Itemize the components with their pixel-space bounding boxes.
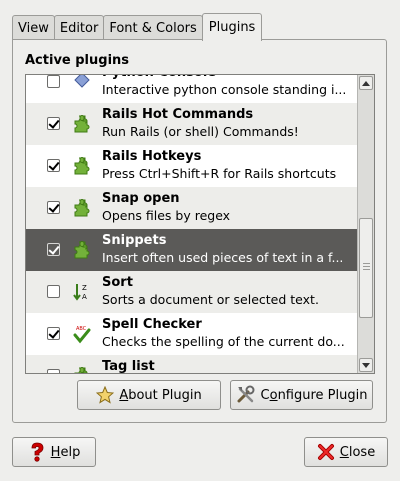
sort-icon: ZA [72,282,92,302]
plugin-enabled-checkbox[interactable] [47,285,60,298]
plugin-name: Snap open [102,191,180,206]
plugin-list[interactable]: Python Console Interactive python console… [25,74,375,374]
plugin-row[interactable]: Tag list [26,355,357,374]
plugin-enabled-checkbox[interactable] [47,327,60,340]
scroll-down-button[interactable] [359,358,373,372]
plugin-row[interactable]: Snap open Opens files by regex [26,187,357,229]
plugin-list-rows: Python Console Interactive python console… [26,75,357,374]
plugin-description: Run Rails (or shell) Commands! [102,124,299,139]
star-icon [96,386,115,404]
plugin-name: Tag list [102,359,155,374]
label-rest: bout Plugin [128,387,202,403]
help-button[interactable]: Help [12,437,96,467]
tab-label: Editor [59,20,99,36]
close-icon [317,444,334,460]
help-question-icon [31,442,44,462]
puzzle-piece-icon [72,198,92,218]
help-label: Help [51,445,81,460]
section-title: Active plugins [25,53,130,68]
puzzle-piece-icon [72,366,92,373]
puzzle-piece-icon [72,240,92,260]
tools-icon [237,385,255,403]
tab-label: Font & Colors [109,20,197,36]
plugin-row[interactable]: Python Console Interactive python console… [26,75,357,103]
grip-line [363,269,370,270]
close-label: Close [340,445,375,460]
arrow-up-icon [362,80,370,86]
svg-text:A: A [82,293,87,301]
plugin-row[interactable]: Snippets Insert often used pieces of text… [26,229,357,271]
configure-plugin-button[interactable]: Configure Plugin [230,380,373,410]
tab-editor[interactable]: Editor [53,15,105,40]
puzzle-piece-icon [72,156,92,176]
mnemonic: H [50,444,61,460]
plugin-row[interactable]: Rails Hot Commands Run Rails (or shell) C… [26,103,357,145]
plugin-description: Sorts a document or selected text. [102,292,319,307]
plugin-enabled-checkbox[interactable] [47,243,60,256]
label-rest: nfigure Plugin [277,387,368,403]
plugin-name: Spell Checker [102,317,202,332]
plugin-name: Snippets [102,233,167,248]
plugin-enabled-checkbox[interactable] [47,117,60,130]
plugin-description: Interactive python console standing i... [102,82,347,97]
arrow-down-icon [362,362,370,368]
configure-plugin-label: Configure Plugin [261,388,368,403]
scrollbar-thumb[interactable] [359,218,373,318]
spell-check-icon: ABC [72,324,92,344]
mnemonic: o [269,387,278,403]
mnemonic: A [119,387,129,403]
plugin-name: Sort [102,275,133,290]
label-rest: lose [348,444,376,460]
tab-plugins[interactable]: Plugins [201,13,263,41]
label-rest: elp [60,444,81,460]
puzzle-piece-icon [72,114,92,134]
about-plugin-button[interactable]: About Plugin [77,380,221,410]
scroll-up-button[interactable] [359,76,373,90]
plugin-name: Rails Hotkeys [102,149,202,164]
plugin-enabled-checkbox[interactable] [47,159,60,172]
label-pre: C [260,387,270,403]
plugin-row[interactable]: Rails Hotkeys Press Ctrl+Shift+R for Rail… [26,145,357,187]
plugin-row[interactable]: ABC Spell Checker Checks the spelling of t… [26,313,357,355]
plugin-enabled-checkbox[interactable] [47,201,60,214]
about-plugin-label: About Plugin [119,388,201,403]
close-button[interactable]: Close [304,437,388,467]
grip-line [363,263,370,264]
tab-strip: View Editor Font & Colors Plugins [12,12,263,41]
svg-text:Z: Z [82,284,87,292]
mnemonic: C [339,444,349,460]
tab-view[interactable]: View [12,15,55,40]
tab-font-colors[interactable]: Font & Colors [103,15,203,40]
tab-label: View [18,20,49,36]
grip-line [363,266,370,267]
tab-label: Plugins [208,20,256,35]
plugin-row[interactable]: Z A Sort Sorts a document or selected text. [26,271,357,313]
plugin-description: Opens files by regex [102,208,231,223]
plugin-enabled-checkbox[interactable] [47,75,60,88]
plugin-name: Rails Hot Commands [102,107,254,122]
plugin-description: Insert often used pieces of text in a f.… [102,250,344,265]
plugin-description: Press Ctrl+Shift+R for Rails shortcuts [102,166,337,181]
plugin-description: Checks the spelling of the current do... [102,334,345,349]
plugin-name: Python Console [102,75,216,80]
svg-text:ABC: ABC [76,326,87,332]
plugin-enabled-checkbox[interactable] [47,369,60,373]
vertical-scrollbar[interactable] [357,75,374,373]
python-console-icon [72,75,92,92]
